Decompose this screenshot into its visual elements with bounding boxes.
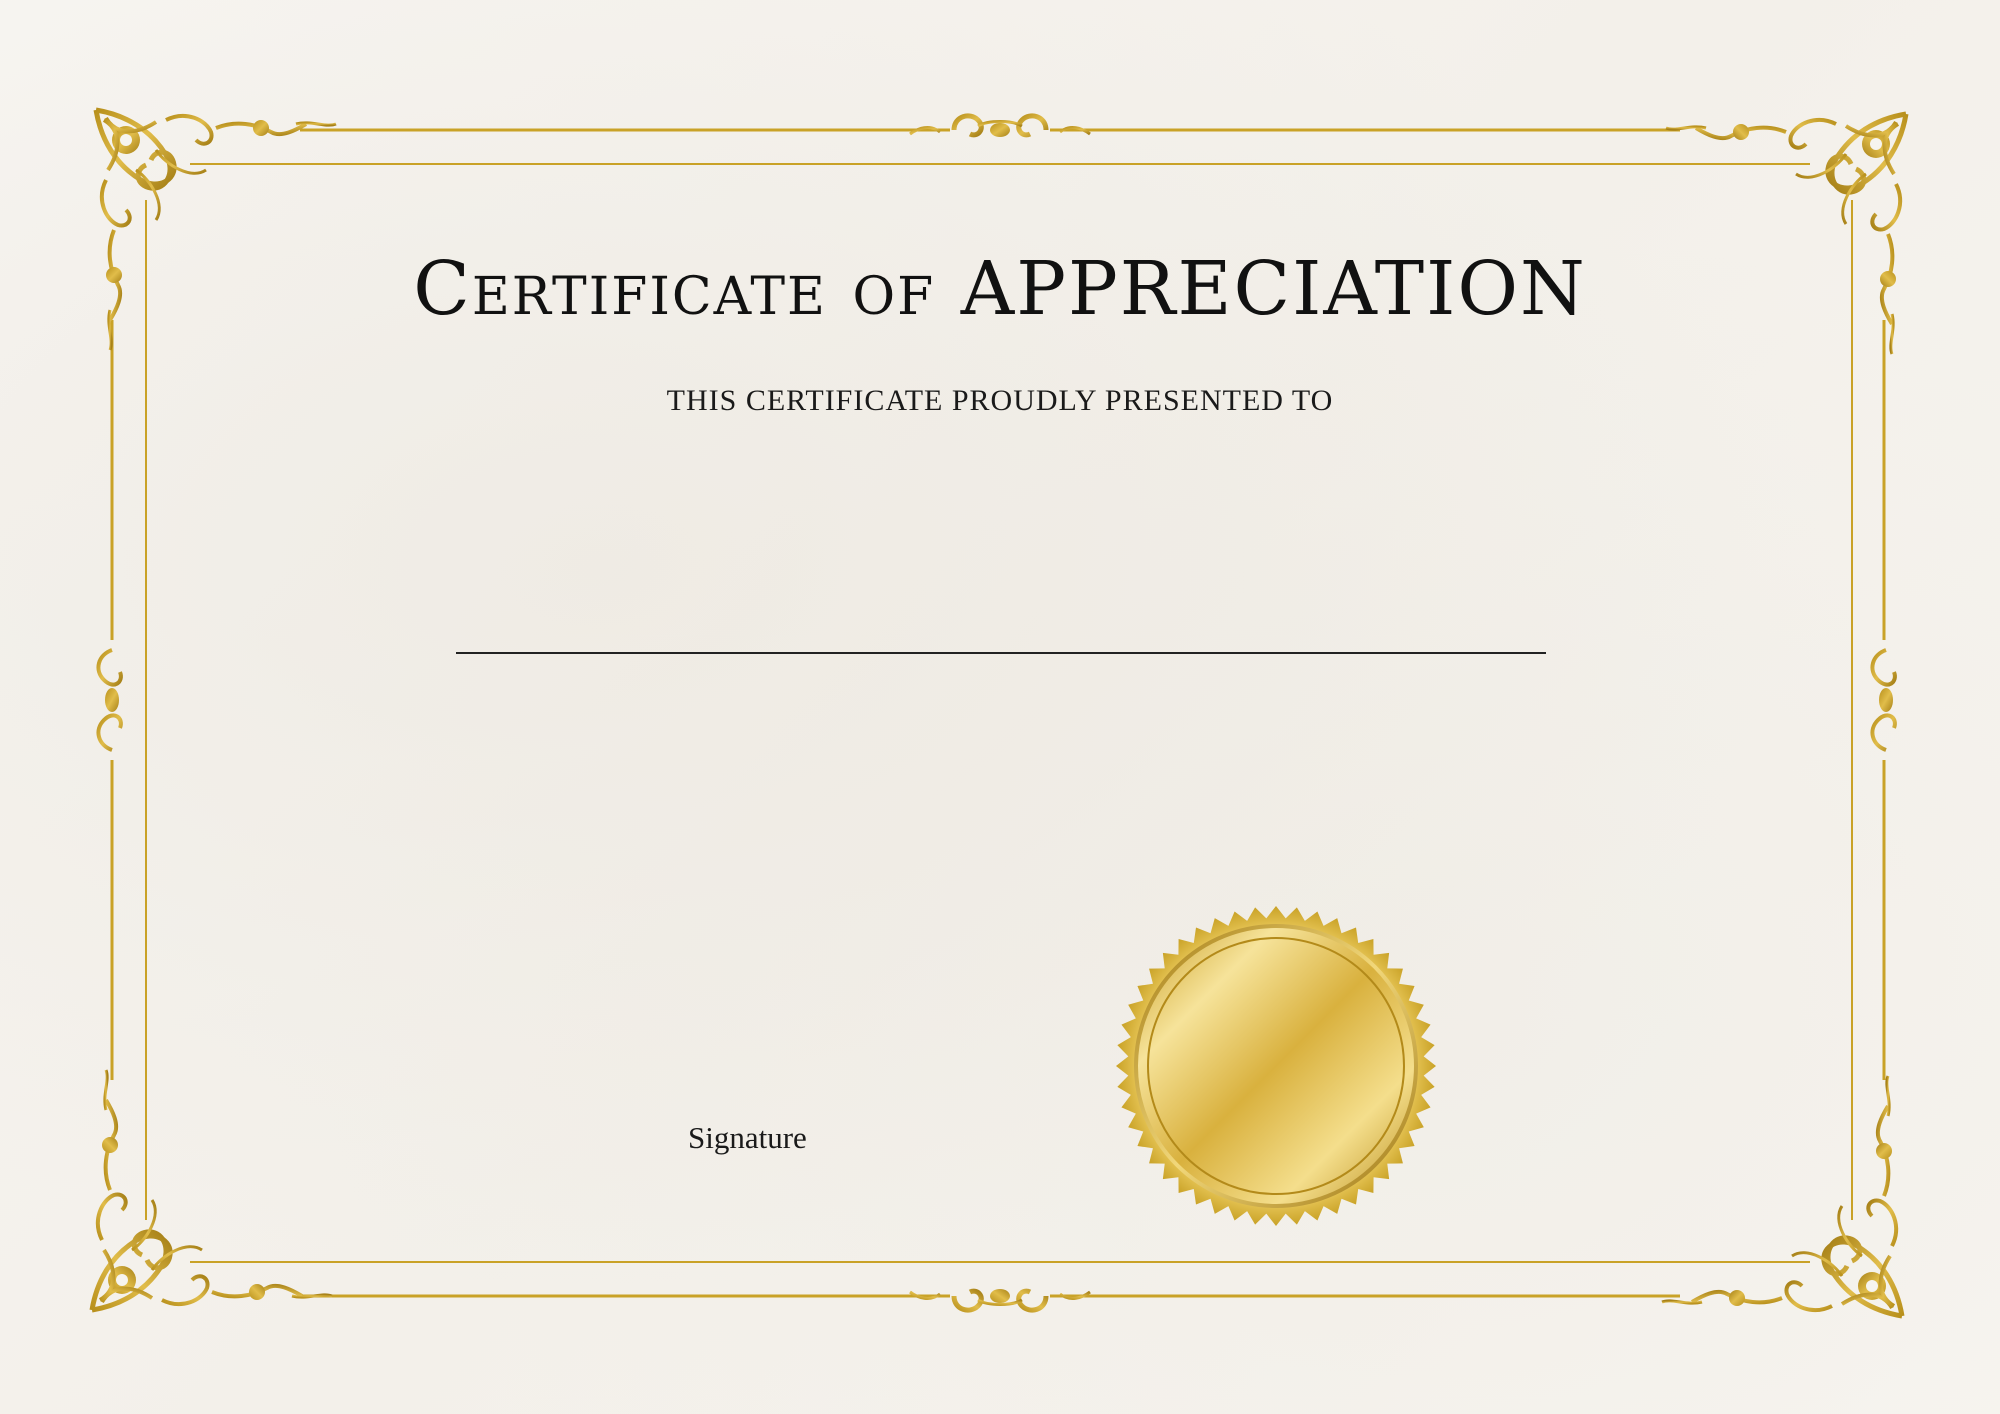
- certificate-subtitle: THIS CERTIFICATE PROUDLY PRESENTED TO: [666, 384, 1334, 417]
- top-center-flourish-icon: [910, 116, 1090, 137]
- right-side-flourish-icon: [1870, 626, 1897, 774]
- bottom-center-flourish-icon: [910, 1289, 1090, 1310]
- certificate-border: [0, 0, 2000, 1414]
- recipient-name-line: [456, 652, 1546, 654]
- signature-label: Signature: [688, 1120, 807, 1155]
- gold-seal-icon: [1116, 906, 1436, 1226]
- corner-bottom-left-icon: [92, 1070, 332, 1310]
- corner-bottom-right-icon: [1662, 1076, 1902, 1316]
- certificate-title: Certificate of APPRECIATION: [413, 246, 1587, 332]
- left-side-flourish-icon: [96, 626, 123, 774]
